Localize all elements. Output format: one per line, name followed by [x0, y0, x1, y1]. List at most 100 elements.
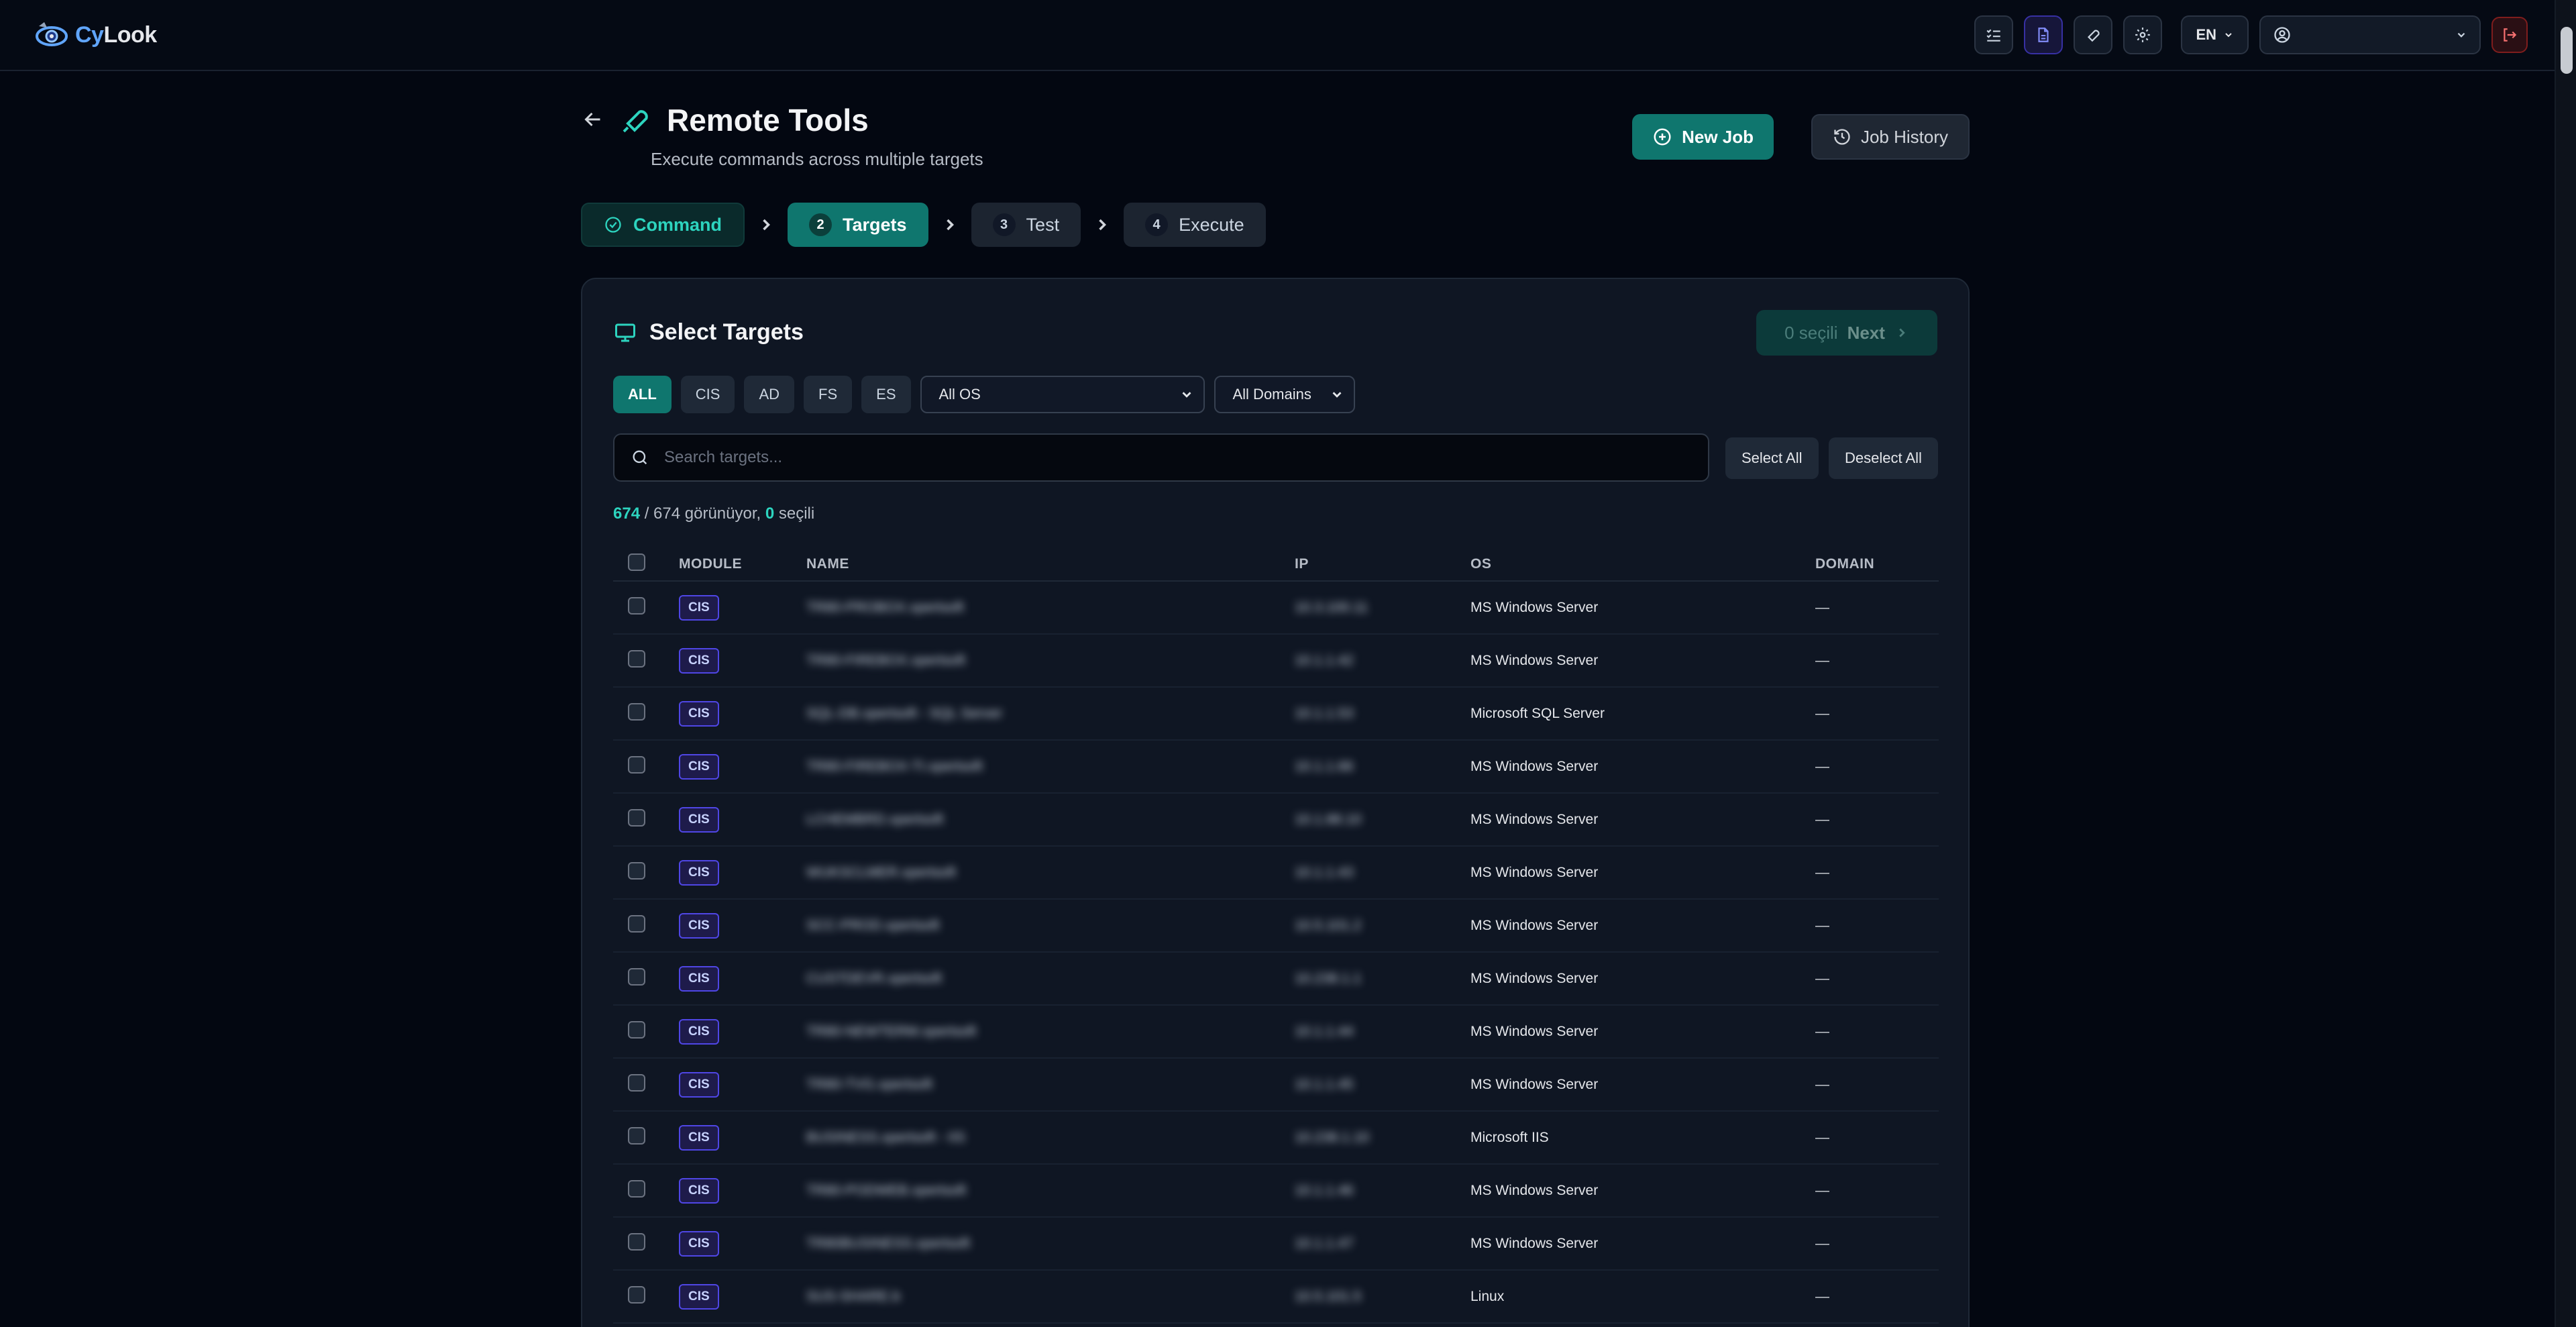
row-checkbox[interactable]: [628, 649, 645, 668]
filter-es[interactable]: ES: [861, 376, 911, 413]
filter-ad[interactable]: AD: [744, 376, 795, 413]
file-icon: [2038, 28, 2049, 42]
back-arrow-icon[interactable]: [581, 107, 605, 131]
table-row[interactable]: CIS TR80-FIREBOX-TI.xpertsoft 10.1.1.66 MS …: [613, 740, 1939, 794]
user-menu[interactable]: [2259, 15, 2481, 54]
result-count: 674 / 674 görünüyor, 0 seçili: [613, 505, 814, 523]
row-checkbox[interactable]: [628, 1073, 645, 1092]
row-checkbox[interactable]: [628, 967, 645, 986]
next-button[interactable]: 0 seçili Next: [1756, 310, 1937, 356]
step-command[interactable]: Command: [581, 203, 745, 247]
row-checkbox[interactable]: [628, 755, 645, 774]
domain-cell: —: [1815, 634, 1939, 688]
selected-count-value: 0: [765, 505, 775, 523]
table-row[interactable]: CIS CUSTDEVR.xpertsoft 10.238.1.1 MS Window…: [613, 952, 1939, 1006]
deselect-all-button[interactable]: Deselect All: [1829, 437, 1938, 479]
row-checkbox[interactable]: [628, 808, 645, 827]
select-all-button[interactable]: Select All: [1725, 437, 1819, 479]
new-job-button[interactable]: New Job: [1632, 114, 1774, 160]
domain-cell: —: [1815, 899, 1939, 953]
new-job-label: New Job: [1682, 126, 1754, 147]
step-targets[interactable]: 2 Targets: [788, 203, 928, 247]
header-select-cell: [613, 547, 679, 582]
step-execute[interactable]: 4 Execute: [1124, 203, 1266, 247]
table-row[interactable]: CIS SUS-SHARE.b 10.5.101.5 Linux —: [613, 1270, 1939, 1324]
domain-select-value: All Domains: [1232, 386, 1311, 403]
os-select[interactable]: All OS: [920, 376, 1205, 413]
os-cell: Microsoft SQL Server: [1470, 687, 1815, 741]
module-badge: CIS: [679, 1124, 719, 1151]
domain-cell: —: [1815, 1270, 1939, 1324]
language-select[interactable]: EN: [2181, 15, 2249, 54]
module-cell: CIS: [679, 687, 806, 741]
table-row[interactable]: CIS TR80-NEWTERM.xpertsoft 10.1.1.44 MS Win…: [613, 1005, 1939, 1059]
table-row[interactable]: CIS SCC-PROD.xpertsoft 10.5.101.2 MS Window…: [613, 899, 1939, 953]
search-icon: [633, 450, 647, 465]
wrench-icon: [2088, 30, 2100, 42]
row-checkbox[interactable]: [628, 1126, 645, 1145]
domain-cell: —: [1815, 1058, 1939, 1112]
target-ip: 10.1.1.47: [1295, 1235, 1354, 1251]
os-cell: MS Windows Server: [1470, 899, 1815, 953]
checklist-icon-button[interactable]: [1974, 15, 2014, 54]
module-badge: CIS: [679, 1071, 719, 1098]
module-badge: CIS: [679, 1283, 719, 1310]
module-cell: CIS: [679, 1058, 806, 1112]
target-name: TR80-PODWEB.xpertsoft: [806, 1182, 967, 1198]
select-all-checkbox[interactable]: [628, 553, 645, 571]
table-row[interactable]: CIS WUKSCLMER.xpertsoft 10.1.1.43 MS Window…: [613, 846, 1939, 900]
os-select-value: All OS: [938, 386, 981, 403]
row-checkbox[interactable]: [628, 1232, 645, 1251]
next-label: Next: [1847, 322, 1885, 343]
job-history-button[interactable]: Job History: [1811, 114, 1970, 160]
brand-logo[interactable]: CyLook: [34, 17, 157, 53]
table-row[interactable]: CIS BUSINESS.xpertsoft - IIS 10.238.1.10 Mi…: [613, 1111, 1939, 1165]
search-placeholder: Search targets...: [664, 448, 783, 466]
chevron-right-icon: [946, 219, 954, 231]
table-row[interactable]: CIS TR80-PROBOX.xpertsoft 10.3.100.11 MS Wi…: [613, 581, 1939, 635]
settings-icon-button[interactable]: [2123, 15, 2163, 54]
os-cell: MS Windows Server: [1470, 1164, 1815, 1218]
user-circle-icon: [2274, 27, 2290, 43]
row-checkbox[interactable]: [628, 596, 645, 615]
report-icon-button[interactable]: [2024, 15, 2063, 54]
domain-select[interactable]: All Domains: [1214, 376, 1355, 413]
target-name: TR80-TVG.xpertsoft: [806, 1076, 932, 1092]
row-select-cell: [613, 1005, 679, 1059]
table-row[interactable]: CIS TR80-FIREBOX.xpertsoft 10.1.1.42 MS Win…: [613, 634, 1939, 688]
search-input[interactable]: Search targets...: [613, 433, 1709, 482]
row-select-cell: [613, 740, 679, 794]
row-checkbox[interactable]: [628, 1020, 645, 1039]
target-ip: 10.1.88.10: [1295, 811, 1362, 827]
table-row[interactable]: CIS TR80-TVG.xpertsoft 10.1.1.45 MS Windows…: [613, 1058, 1939, 1112]
table-header-row: MODULE NAME IP OS DOMAIN: [613, 547, 1939, 582]
row-select-cell: [613, 581, 679, 635]
filter-all[interactable]: ALL: [613, 376, 672, 413]
row-checkbox[interactable]: [628, 1179, 645, 1198]
table-row[interactable]: CIS SQL-DB.xpertsoft - SQL Server 10.1.1.5…: [613, 687, 1939, 741]
chevron-right-icon: [763, 219, 770, 231]
logout-button[interactable]: [2491, 17, 2528, 53]
table-body: CIS TR80-PROBOX.xpertsoft 10.3.100.11 MS Wi…: [613, 581, 1939, 1324]
row-checkbox[interactable]: [628, 1285, 645, 1304]
filter-fs[interactable]: FS: [804, 376, 853, 413]
scroll-thumb[interactable]: [2561, 27, 2573, 74]
target-ip: 10.238.1.1: [1295, 970, 1362, 986]
target-ip: 10.1.1.66: [1295, 758, 1354, 774]
row-checkbox[interactable]: [628, 861, 645, 880]
row-checkbox[interactable]: [628, 914, 645, 933]
table-row[interactable]: CIS LCHEMBRD.xpertsoft 10.1.88.10 MS Window…: [613, 793, 1939, 847]
table-row[interactable]: CIS TR80BUSINESS.xpertsoft 10.1.1.47 MS Win…: [613, 1217, 1939, 1271]
target-ip: 10.1.1.53: [1295, 705, 1354, 721]
chevron-down-icon: [2457, 32, 2465, 38]
row-checkbox[interactable]: [628, 702, 645, 721]
table-row[interactable]: CIS TR80-PODWEB.xpertsoft 10.1.1.46 MS Wind…: [613, 1164, 1939, 1218]
os-cell: MS Windows Server: [1470, 634, 1815, 688]
page-scrollbar[interactable]: [2555, 0, 2576, 1327]
tools-icon-button[interactable]: [2074, 15, 2113, 54]
top-bar: CyLook EN: [0, 0, 2555, 71]
row-select-cell: [613, 793, 679, 847]
filter-cis[interactable]: CIS: [680, 376, 735, 413]
module-cell: CIS: [679, 952, 806, 1006]
step-test[interactable]: 3 Test: [971, 203, 1081, 247]
